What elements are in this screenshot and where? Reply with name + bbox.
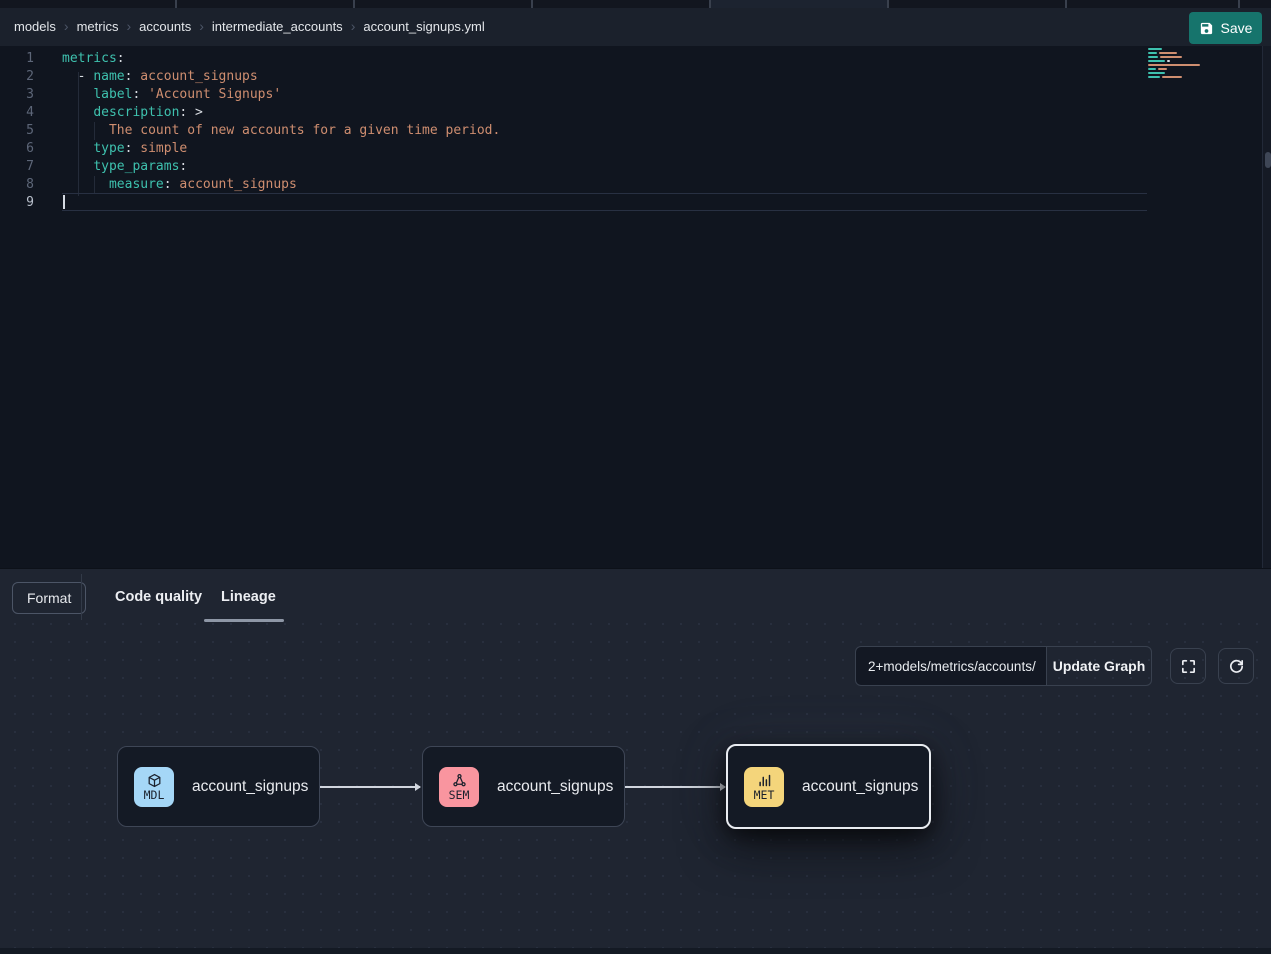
tab-lineage[interactable]: Lineage: [221, 589, 276, 605]
lineage-node-metric[interactable]: MET account_signups: [726, 744, 931, 829]
update-graph-button[interactable]: Update Graph: [1046, 646, 1152, 686]
lineage-graph[interactable]: Update Graph: [0, 623, 1271, 949]
save-icon: [1199, 21, 1214, 36]
panel-divider: [81, 574, 82, 620]
minimap[interactable]: [1148, 48, 1218, 80]
format-button[interactable]: Format: [12, 582, 86, 614]
ide-window: models › metrics › accounts › intermediate_acc…: [0, 0, 1271, 954]
metric-chart-icon: [757, 773, 772, 788]
code-line: The count of new accounts for a given ti…: [62, 122, 500, 140]
save-button-label: Save: [1221, 20, 1253, 36]
line-number: 9: [0, 194, 34, 212]
lineage-selector-input[interactable]: [855, 646, 1047, 686]
top-tab-stub[interactable]: [1067, 0, 1240, 8]
code-editor[interactable]: 123456789 metrics: - name: account_signu…: [0, 46, 1271, 568]
fullscreen-button[interactable]: [1170, 648, 1206, 684]
code-line: [62, 194, 500, 212]
semantic-share-icon: [452, 773, 467, 788]
scrollbar-thumb[interactable]: [1265, 152, 1271, 168]
breadcrumb-separator: ›: [126, 18, 131, 34]
minimap-row: [1148, 56, 1218, 58]
minimap-row: [1148, 60, 1218, 62]
minimap-row: [1148, 72, 1218, 74]
node-type-label: MET: [754, 789, 775, 801]
line-number: 4: [0, 104, 34, 122]
breadcrumb-item[interactable]: models: [14, 19, 56, 34]
editor-scrollbar[interactable]: [1262, 46, 1271, 568]
breadcrumb-item[interactable]: account_signups.yml: [363, 19, 484, 34]
fullscreen-icon: [1180, 658, 1197, 675]
line-number: 7: [0, 158, 34, 176]
model-cube-icon: [147, 773, 162, 788]
lineage-edge: [625, 786, 725, 788]
node-type-label: MDL: [144, 789, 165, 801]
code-line: label: 'Account Signups': [62, 86, 500, 104]
top-tab-stub[interactable]: [0, 0, 177, 8]
minimap-row: [1148, 64, 1218, 66]
breadcrumb-separator: ›: [64, 18, 69, 34]
top-tab-stub[interactable]: [533, 0, 711, 8]
minimap-row: [1148, 48, 1218, 50]
code-line: type: simple: [62, 140, 500, 158]
active-tab-underline: [204, 619, 284, 622]
node-type-label: SEM: [449, 789, 470, 801]
lineage-node-model[interactable]: MDL account_signups: [117, 746, 320, 827]
lineage-edge: [320, 786, 420, 788]
breadcrumb-item[interactable]: metrics: [77, 19, 119, 34]
refresh-button[interactable]: [1218, 648, 1254, 684]
minimap-row: [1148, 76, 1218, 78]
breadcrumb-separator: ›: [199, 18, 204, 34]
line-number: 2: [0, 68, 34, 86]
node-badge: MET: [744, 767, 784, 807]
top-tab-stub[interactable]: [1240, 0, 1271, 8]
top-tab-stub[interactable]: [355, 0, 533, 8]
node-badge: SEM: [439, 767, 479, 807]
save-button[interactable]: Save: [1189, 12, 1262, 44]
top-tab-stub[interactable]: [177, 0, 355, 8]
lineage-node-semantic[interactable]: SEM account_signups: [422, 746, 625, 827]
minimap-row: [1148, 52, 1218, 54]
line-number: 3: [0, 86, 34, 104]
code-line: metrics:: [62, 50, 500, 68]
code-line: measure: account_signups: [62, 176, 500, 194]
node-name: account_signups: [192, 778, 308, 796]
top-tab-stub[interactable]: [889, 0, 1067, 8]
line-number-gutter: 123456789: [0, 50, 34, 212]
code-content: metrics: - name: account_signups label: …: [62, 50, 500, 212]
minimap-row: [1148, 68, 1218, 70]
code-line: - name: account_signups: [62, 68, 500, 86]
code-line: description: >: [62, 104, 500, 122]
line-number: 6: [0, 140, 34, 158]
breadcrumb-bar: models › metrics › accounts › intermediate_acc…: [0, 8, 1271, 46]
node-badge: MDL: [134, 767, 174, 807]
breadcrumb: models › metrics › accounts › intermediate_acc…: [14, 18, 485, 36]
node-name: account_signups: [802, 778, 918, 796]
bottom-panel: Format Code quality Lineage Update Graph: [0, 568, 1271, 954]
breadcrumb-item[interactable]: intermediate_accounts: [212, 19, 343, 34]
status-strip: [0, 948, 1271, 954]
tab-code-quality[interactable]: Code quality: [115, 589, 202, 605]
breadcrumb-separator: ›: [351, 18, 356, 34]
line-number: 1: [0, 50, 34, 68]
node-name: account_signups: [497, 778, 613, 796]
breadcrumb-item[interactable]: accounts: [139, 19, 191, 34]
top-tab-stub[interactable]: [711, 0, 889, 8]
line-number: 8: [0, 176, 34, 194]
refresh-icon: [1228, 658, 1245, 675]
line-number: 5: [0, 122, 34, 140]
top-tab-strip: [0, 0, 1271, 8]
code-line: type_params:: [62, 158, 500, 176]
